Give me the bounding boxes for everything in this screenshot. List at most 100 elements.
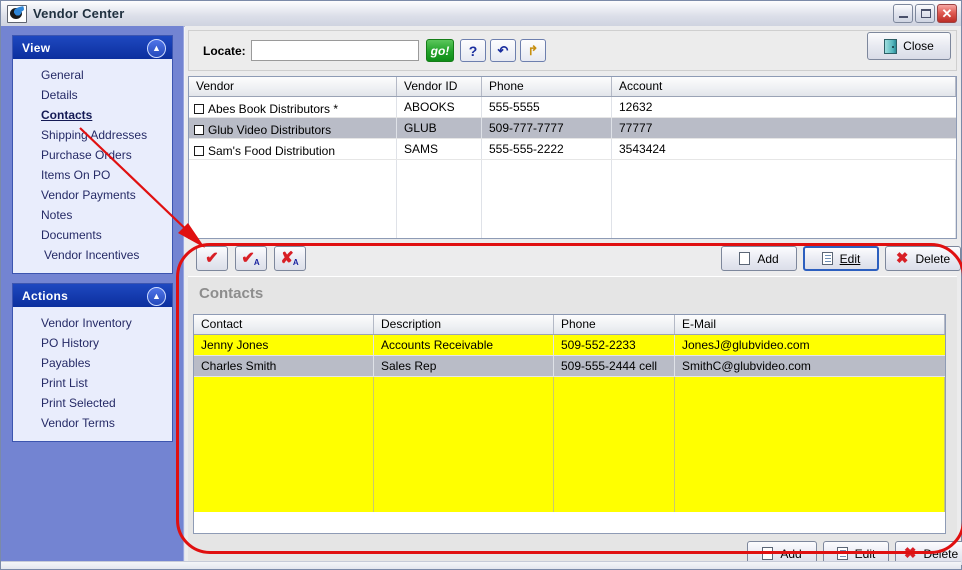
delete-x-icon: ✖: [895, 250, 909, 267]
actions-panel-title: Actions: [22, 288, 69, 303]
go-button[interactable]: go!: [426, 39, 454, 62]
edit-page-icon: [836, 547, 848, 560]
check-all-badge: A: [253, 258, 260, 267]
sidebar-item-notes[interactable]: Notes: [13, 205, 172, 225]
main-content: Locate: go! ? ↶ ↱ Close Vendor Vendor ID…: [185, 26, 962, 569]
contact-description-cell: Sales Rep: [374, 356, 554, 376]
view-panel: View ▲ General Details Contacts Shipping…: [12, 35, 173, 274]
vendor-name: Abes Book Distributors *: [208, 101, 339, 116]
contacts-table[interactable]: Contact Description Phone E-Mail Jenny J…: [193, 314, 946, 534]
vendor-cell[interactable]: Abes Book Distributors *: [189, 97, 397, 117]
window-title: Vendor Center: [33, 6, 125, 21]
column-header-vendor[interactable]: Vendor: [189, 77, 397, 96]
refresh-icon-button[interactable]: ↶: [490, 39, 516, 62]
sidebar-item-purchase-orders[interactable]: Purchase Orders: [13, 145, 172, 165]
vendor-cell[interactable]: Sam's Food Distribution: [189, 139, 397, 159]
table-row[interactable]: Jenny Jones Accounts Receivable 509-552-…: [194, 335, 945, 356]
sidebar-item-print-selected[interactable]: Print Selected: [13, 393, 172, 413]
export-icon-button[interactable]: ↱: [520, 39, 546, 62]
vendor-cell[interactable]: Glub Video Distributors: [189, 118, 397, 138]
sidebar-item-vendor-incentives[interactable]: Vendor Incentives: [13, 245, 172, 265]
column-header-vendor-id[interactable]: Vendor ID: [397, 77, 482, 96]
empty-cell: [554, 377, 675, 512]
sidebar: View ▲ General Details Contacts Shipping…: [1, 26, 184, 569]
close-icon: ✕: [941, 6, 953, 21]
chevron-up-icon[interactable]: ▲: [147, 39, 166, 58]
sidebar-item-general[interactable]: General: [13, 65, 172, 85]
contact-phone-cell: 509-552-2233: [554, 335, 675, 355]
column-header-phone[interactable]: Phone: [554, 315, 675, 334]
contact-description-cell: Accounts Receivable: [374, 335, 554, 355]
empty-cell: [194, 377, 374, 512]
empty-cell: [189, 160, 397, 238]
account-cell: 3543424: [619, 142, 666, 156]
checkmark-icon: ✔: [205, 249, 219, 267]
locate-toolbar: Locate: go! ? ↶ ↱: [188, 30, 957, 71]
close-button[interactable]: Close: [867, 32, 951, 60]
exit-door-icon: [884, 38, 898, 54]
table-row[interactable]: Sam's Food Distribution SAMS 555-555-222…: [189, 139, 956, 160]
vendor-id-cell: GLUB: [397, 118, 482, 138]
minimize-button[interactable]: [893, 4, 913, 23]
sidebar-item-print-list[interactable]: Print List: [13, 373, 172, 393]
table-row[interactable]: Charles Smith Sales Rep 509-555-2444 cel…: [194, 356, 945, 377]
help-button[interactable]: ?: [460, 39, 486, 62]
phone-cell: 509-777-7777: [482, 118, 612, 138]
actions-panel: Actions ▲ Vendor Inventory PO History Pa…: [12, 283, 173, 442]
app-logo-icon: [7, 4, 27, 23]
vendor-edit-button[interactable]: Edit: [803, 246, 879, 271]
row-checkbox[interactable]: [194, 124, 204, 135]
row-checkbox[interactable]: [194, 145, 204, 156]
vendor-table-empty-area: [189, 160, 956, 238]
account-cell: 77777: [619, 121, 653, 135]
vendor-add-label: Add: [757, 251, 779, 266]
table-row[interactable]: Glub Video Distributors GLUB 509-777-777…: [189, 118, 956, 139]
contact-phone-cell: 509-555-2444 cell: [554, 356, 675, 376]
chevron-up-icon[interactable]: ▲: [147, 287, 166, 306]
vendor-edit-label: Edit: [839, 251, 861, 266]
vendor-id-cell: ABOOKS: [397, 97, 482, 117]
maximize-button[interactable]: [915, 4, 935, 23]
locate-input[interactable]: [251, 40, 419, 61]
maximize-icon: [921, 9, 931, 18]
x-mark-icon: ✘: [280, 249, 294, 267]
contact-name-cell: Charles Smith: [194, 356, 374, 376]
account-cell: 12632: [619, 100, 653, 114]
contacts-table-header: Contact Description Phone E-Mail: [194, 315, 945, 335]
sidebar-item-vendor-inventory[interactable]: Vendor Inventory: [13, 313, 172, 333]
contact-email-cell: JonesJ@glubvideo.com: [682, 338, 810, 352]
edit-page-icon: [821, 252, 833, 265]
sidebar-item-payables[interactable]: Payables: [13, 353, 172, 373]
column-header-contact[interactable]: Contact: [194, 315, 374, 334]
column-header-description[interactable]: Description: [374, 315, 554, 334]
contacts-delete-label: Delete: [923, 546, 959, 561]
sidebar-item-details[interactable]: Details: [13, 85, 172, 105]
column-header-email[interactable]: E-Mail: [675, 315, 945, 334]
phone-cell: 555-555-2222: [482, 139, 612, 159]
table-row[interactable]: Abes Book Distributors * ABOOKS 555-5555…: [189, 97, 956, 118]
vendor-table[interactable]: Vendor Vendor ID Phone Account Abes Book…: [188, 76, 957, 239]
check-selected-button[interactable]: ✔: [196, 246, 228, 271]
sidebar-item-documents[interactable]: Documents: [13, 225, 172, 245]
view-panel-body: General Details Contacts Shipping Addres…: [13, 59, 172, 273]
close-window-button[interactable]: ✕: [937, 4, 957, 23]
uncheck-all-badge: A: [292, 258, 299, 267]
contact-email-cell: SmithC@glubvideo.com: [682, 359, 811, 373]
new-page-icon: [762, 547, 774, 560]
row-checkbox[interactable]: [194, 103, 204, 114]
column-header-account[interactable]: Account: [612, 77, 956, 96]
check-all-button[interactable]: ✔ A: [235, 246, 267, 271]
vendor-add-button[interactable]: Add: [721, 246, 797, 271]
sidebar-item-shipping-addresses[interactable]: Shipping Addresses: [13, 125, 172, 145]
column-header-phone[interactable]: Phone: [482, 77, 612, 96]
title-bar: Vendor Center ✕: [1, 1, 961, 27]
sidebar-item-items-on-po[interactable]: Items On PO: [13, 165, 172, 185]
uncheck-all-button[interactable]: ✘ A: [274, 246, 306, 271]
vendor-center-window: Vendor Center ✕ View ▲ General Details C…: [0, 0, 962, 570]
empty-cell: [675, 377, 945, 512]
vendor-delete-button[interactable]: ✖ Delete: [885, 246, 961, 271]
sidebar-item-vendor-terms[interactable]: Vendor Terms: [13, 413, 172, 433]
sidebar-item-vendor-payments[interactable]: Vendor Payments: [13, 185, 172, 205]
sidebar-item-contacts[interactable]: Contacts: [13, 105, 172, 125]
sidebar-item-po-history[interactable]: PO History: [13, 333, 172, 353]
